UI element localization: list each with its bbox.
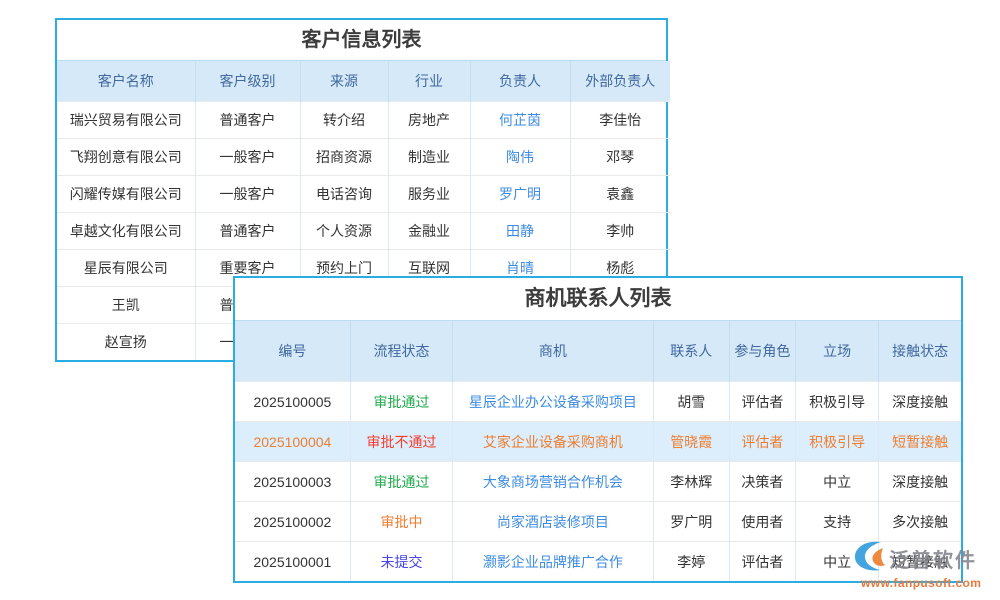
table-cell: 深度接触 (879, 382, 961, 422)
col-header-owner: 负责人 (470, 61, 570, 102)
table-cell: 飞翔创意有限公司 (57, 139, 195, 176)
table-cell: 一般客户 (195, 176, 300, 213)
table-cell: 支持 (796, 502, 879, 542)
table-cell: 2025100001 (235, 542, 350, 582)
customer-row[interactable]: 闪耀传媒有限公司一般客户电话咨询服务业罗广明袁鑫 (57, 176, 670, 213)
table-cell: 李林辉 (653, 462, 729, 502)
table-cell: 胡雪 (653, 382, 729, 422)
table-cell: 招商资源 (300, 139, 388, 176)
table-cell: 袁鑫 (570, 176, 670, 213)
table-cell: 审批通过 (350, 382, 452, 422)
col-header-customer-level: 客户级别 (195, 61, 300, 102)
table-cell: 制造业 (388, 139, 470, 176)
table-cell: 未提交 (350, 542, 452, 582)
table-cell: 2025100005 (235, 382, 350, 422)
cell-link[interactable]: 罗广明 (470, 176, 570, 213)
customer-row[interactable]: 飞翔创意有限公司一般客户招商资源制造业陶伟邓琴 (57, 139, 670, 176)
table-cell: 普通客户 (195, 102, 300, 139)
table-cell: 星辰有限公司 (57, 250, 195, 287)
table-cell: 一般客户 (195, 139, 300, 176)
table-cell: 转介绍 (300, 102, 388, 139)
table-cell: 瑞兴贸易有限公司 (57, 102, 195, 139)
table-cell: 管晓霞 (653, 422, 729, 462)
col-header-customer-name: 客户名称 (57, 61, 195, 102)
col-header-contact-status: 接触状态 (879, 321, 961, 382)
table-cell: 评估者 (729, 382, 795, 422)
customer-table-header-row: 客户名称 客户级别 来源 行业 负责人 外部负责人 (57, 61, 670, 102)
opportunity-row[interactable]: 2025100005审批通过星辰企业办公设备采购项目胡雪评估者积极引导深度接触 (235, 382, 961, 422)
col-header-workflow-status: 流程状态 (350, 321, 452, 382)
col-header-contact: 联系人 (653, 321, 729, 382)
table-cell: 金融业 (388, 213, 470, 250)
table-cell: 深度接触 (879, 462, 961, 502)
table-cell: 服务业 (388, 176, 470, 213)
fanpu-logo-icon (853, 540, 887, 577)
customer-row[interactable]: 卓越文化有限公司普通客户个人资源金融业田静李帅 (57, 213, 670, 250)
table-cell: 房地产 (388, 102, 470, 139)
table-cell: 闪耀传媒有限公司 (57, 176, 195, 213)
opportunity-row[interactable]: 2025100004审批不通过艾家企业设备采购商机管晓霞评估者积极引导短暂接触 (235, 422, 961, 462)
watermark-brand-text: 泛普软件 (889, 544, 977, 573)
cell-link[interactable]: 陶伟 (470, 139, 570, 176)
table-cell: 个人资源 (300, 213, 388, 250)
table-cell: 中立 (796, 462, 879, 502)
table-cell: 积极引导 (796, 422, 879, 462)
col-header-external-owner: 外部负责人 (570, 61, 670, 102)
opportunity-contacts-panel: 商机联系人列表 编号 流程状态 商机 联系人 参与角色 立场 接触状态 2025… (233, 276, 963, 583)
col-header-id: 编号 (235, 321, 350, 382)
table-cell: 使用者 (729, 502, 795, 542)
table-cell: 审批不通过 (350, 422, 452, 462)
table-cell: 2025100002 (235, 502, 350, 542)
table-cell: 王凯 (57, 287, 195, 324)
table-cell: 2025100004 (235, 422, 350, 462)
table-cell: 李帅 (570, 213, 670, 250)
col-header-source: 来源 (300, 61, 388, 102)
table-cell: 李婷 (653, 542, 729, 582)
cell-link[interactable]: 何芷茵 (470, 102, 570, 139)
col-header-stance: 立场 (796, 321, 879, 382)
table-cell: 罗广明 (653, 502, 729, 542)
table-cell: 卓越文化有限公司 (57, 213, 195, 250)
watermark-url-text: www.fanpusoft.com (861, 576, 998, 590)
vendor-watermark: 泛普软件 www.fanpusoft.com (853, 540, 998, 590)
customer-row[interactable]: 瑞兴贸易有限公司普通客户转介绍房地产何芷茵李佳怡 (57, 102, 670, 139)
cell-link[interactable]: 田静 (470, 213, 570, 250)
opportunity-table-header-row: 编号 流程状态 商机 联系人 参与角色 立场 接触状态 (235, 321, 961, 382)
cell-link[interactable]: 灏影企业品牌推广合作 (453, 542, 654, 582)
opportunity-row[interactable]: 2025100002审批中尚家酒店装修项目罗广明使用者支持多次接触 (235, 502, 961, 542)
opportunity-table-title: 商机联系人列表 (235, 278, 961, 321)
col-header-opportunity: 商机 (453, 321, 654, 382)
table-cell: 短暂接触 (879, 422, 961, 462)
table-cell: 电话咨询 (300, 176, 388, 213)
table-cell: 普通客户 (195, 213, 300, 250)
table-cell: 积极引导 (796, 382, 879, 422)
table-cell: 多次接触 (879, 502, 961, 542)
cell-link[interactable]: 星辰企业办公设备采购项目 (453, 382, 654, 422)
col-header-industry: 行业 (388, 61, 470, 102)
table-cell: 赵宣扬 (57, 324, 195, 361)
table-cell: 决策者 (729, 462, 795, 502)
table-cell: 邓琴 (570, 139, 670, 176)
cell-link[interactable]: 尚家酒店装修项目 (453, 502, 654, 542)
cell-link[interactable]: 大象商场营销合作机会 (453, 462, 654, 502)
table-cell: 2025100003 (235, 462, 350, 502)
table-cell: 审批通过 (350, 462, 452, 502)
customer-table-title: 客户信息列表 (57, 20, 666, 61)
col-header-role: 参与角色 (729, 321, 795, 382)
table-cell: 李佳怡 (570, 102, 670, 139)
table-cell: 审批中 (350, 502, 452, 542)
table-cell: 评估者 (729, 542, 795, 582)
opportunity-row[interactable]: 2025100003审批通过大象商场营销合作机会李林辉决策者中立深度接触 (235, 462, 961, 502)
table-cell: 艾家企业设备采购商机 (453, 422, 654, 462)
table-cell: 评估者 (729, 422, 795, 462)
